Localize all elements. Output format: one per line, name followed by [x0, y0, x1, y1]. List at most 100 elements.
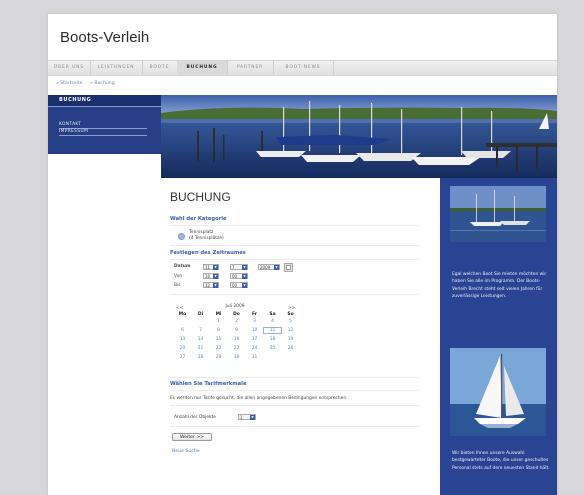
sailboat-photo [450, 348, 546, 436]
calendar-day[interactable]: 30 [228, 355, 245, 360]
datum-day-value: 11 [205, 265, 211, 270]
datum-year-select[interactable]: 2009 ▼ [258, 264, 280, 270]
nav-item-boot-news[interactable]: BOOT-NEWS [273, 61, 334, 75]
sidebar-heading-label: BUCHUNG [59, 97, 92, 103]
sidebar: BUCHUNG KONTAKT IMPRESSUM [48, 95, 161, 154]
datum-day-select[interactable]: 11 ▼ [203, 264, 219, 270]
breadcrumb: » Startseite » Buchung [56, 81, 121, 86]
section-divider [170, 294, 420, 295]
calendar-day[interactable]: 21 [192, 346, 209, 351]
new-search-link[interactable]: Neue Suche [172, 449, 200, 454]
calendar-day[interactable]: 2 [228, 319, 245, 324]
calendar-day[interactable]: 26 [282, 346, 299, 351]
chevron-down-icon: ▼ [274, 265, 279, 270]
calendar-day[interactable]: 12 [282, 328, 299, 333]
calendar-day[interactable]: 11 [263, 327, 282, 334]
calendar-day[interactable]: 29 [210, 355, 227, 360]
calendar-day[interactable]: 4 [264, 319, 281, 324]
section-divider [170, 390, 420, 391]
calendar-day[interactable]: 18 [264, 337, 281, 342]
calendar-day[interactable]: 6 [174, 328, 191, 333]
chevron-down-icon: ▼ [242, 283, 247, 288]
calendar-day[interactable]: 27 [174, 355, 191, 360]
calendar-day[interactable]: 1 [210, 319, 227, 324]
category-radio-tennisplatz[interactable] [178, 233, 185, 240]
object-count-select[interactable]: 1 ▼ [238, 414, 256, 420]
bis-hour-select[interactable]: 12 ▼ [203, 282, 219, 288]
calendar-day[interactable]: 8 [210, 328, 227, 333]
calendar-button[interactable] [284, 263, 293, 272]
chevron-down-icon: ▼ [213, 274, 218, 279]
calendar-day[interactable]: 16 [228, 337, 245, 342]
nav-item-partner[interactable]: PARTNER [227, 61, 274, 75]
calendar-weekday: Di [197, 312, 204, 317]
calendar-next-month[interactable]: >> [288, 306, 295, 311]
breadcrumb-startseite[interactable]: » Startseite [56, 81, 83, 86]
calendar-day[interactable]: 24 [246, 346, 263, 351]
chevron-down-icon: ▼ [242, 274, 247, 279]
next-button[interactable]: Weiter >> [172, 433, 212, 441]
datum-year-value: 2009 [260, 265, 271, 270]
nav-item-ueber-uns[interactable]: ÜBER UNS [48, 61, 91, 75]
object-count-value: 1 [240, 415, 243, 420]
von-minute-value: 00 [232, 274, 238, 279]
calendar-day[interactable]: 25 [264, 346, 281, 351]
chevron-down-icon: ▼ [242, 265, 247, 270]
calendar-weekday: Do [233, 312, 240, 317]
chevron-down-icon: ▼ [250, 415, 255, 420]
datum-month-value: 7 [232, 265, 235, 270]
bis-minute-select[interactable]: 00 ▼ [230, 282, 248, 288]
chevron-down-icon: ▼ [213, 283, 218, 288]
section-heading-period: Festlegen des Zeitraumes [170, 250, 246, 256]
calendar-day[interactable]: 7 [192, 328, 209, 333]
section-heading-tariff: Wählen Sie Tarifmerkmale [170, 381, 247, 387]
nav-item-leistungen[interactable]: LEISTUNGEN [90, 61, 143, 75]
calendar-day[interactable]: 23 [228, 346, 245, 351]
calendar-weekday: Fr [252, 312, 257, 317]
bis-label: Bis [174, 283, 181, 288]
chevron-down-icon: ▼ [213, 265, 218, 270]
calendar-icon [286, 265, 291, 270]
calendar-day[interactable]: 19 [282, 337, 299, 342]
calendar-day[interactable]: 31 [246, 355, 263, 360]
breadcrumb-buchung[interactable]: » Buchung [90, 81, 115, 86]
datum-month-select[interactable]: 7 ▼ [230, 264, 248, 270]
calendar-weekday: Mi [215, 312, 222, 317]
object-count-label: Anzahl der Objekte [174, 415, 216, 420]
main-navigation: ÜBER UNS LEISTUNGEN BOOTE BUCHUNG PARTNE… [48, 60, 557, 76]
nav-item-buchung[interactable]: BUCHUNG [177, 61, 228, 75]
calendar-day[interactable]: 5 [282, 319, 299, 324]
page-title: BUCHUNG [170, 190, 231, 204]
calendar-day[interactable]: 13 [174, 337, 191, 342]
category-option-name: Tennisplatz [189, 230, 214, 235]
calendar-weekday: Mo [178, 312, 187, 317]
category-option-detail: (4 Tennisplätze) [189, 236, 224, 241]
calendar-day[interactable]: 15 [210, 337, 227, 342]
calendar-day[interactable]: 9 [228, 328, 245, 333]
nav-item-boote[interactable]: BOOTE [142, 61, 178, 75]
sidebar-heading[interactable]: BUCHUNG [48, 95, 161, 107]
von-minute-select[interactable]: 00 ▼ [230, 273, 248, 279]
info-text-intro: Egal welchen Boot Sie mieten möchten wir… [452, 272, 547, 299]
sidebar-divider [59, 135, 147, 136]
calendar-day[interactable]: 10 [246, 328, 263, 333]
calendar-day[interactable]: 14 [192, 337, 209, 342]
section-divider [170, 259, 420, 260]
section-divider [170, 245, 420, 246]
calendar-day[interactable]: 3 [246, 319, 263, 324]
sidebar-link-impressum[interactable]: IMPRESSUM [59, 129, 88, 134]
von-hour-select[interactable]: 10 ▼ [203, 273, 219, 279]
bis-hour-value: 12 [205, 283, 211, 288]
calendar-day[interactable]: 20 [174, 346, 191, 351]
sidebar-link-kontakt[interactable]: KONTAKT [59, 122, 81, 127]
calendar-day[interactable]: 28 [192, 355, 209, 360]
site-title: Boots-Verleih [60, 29, 150, 46]
section-heading-category: Wahl der Kategorie [170, 216, 227, 222]
calendar-month-label: Juli 2009 [225, 304, 245, 309]
calendar-day[interactable]: 22 [210, 346, 227, 351]
section-divider [170, 426, 420, 427]
calendar-day[interactable]: 17 [246, 337, 263, 342]
von-hour-value: 10 [205, 274, 211, 279]
harbor-photo [450, 186, 546, 242]
datum-label: Datum [174, 264, 191, 269]
